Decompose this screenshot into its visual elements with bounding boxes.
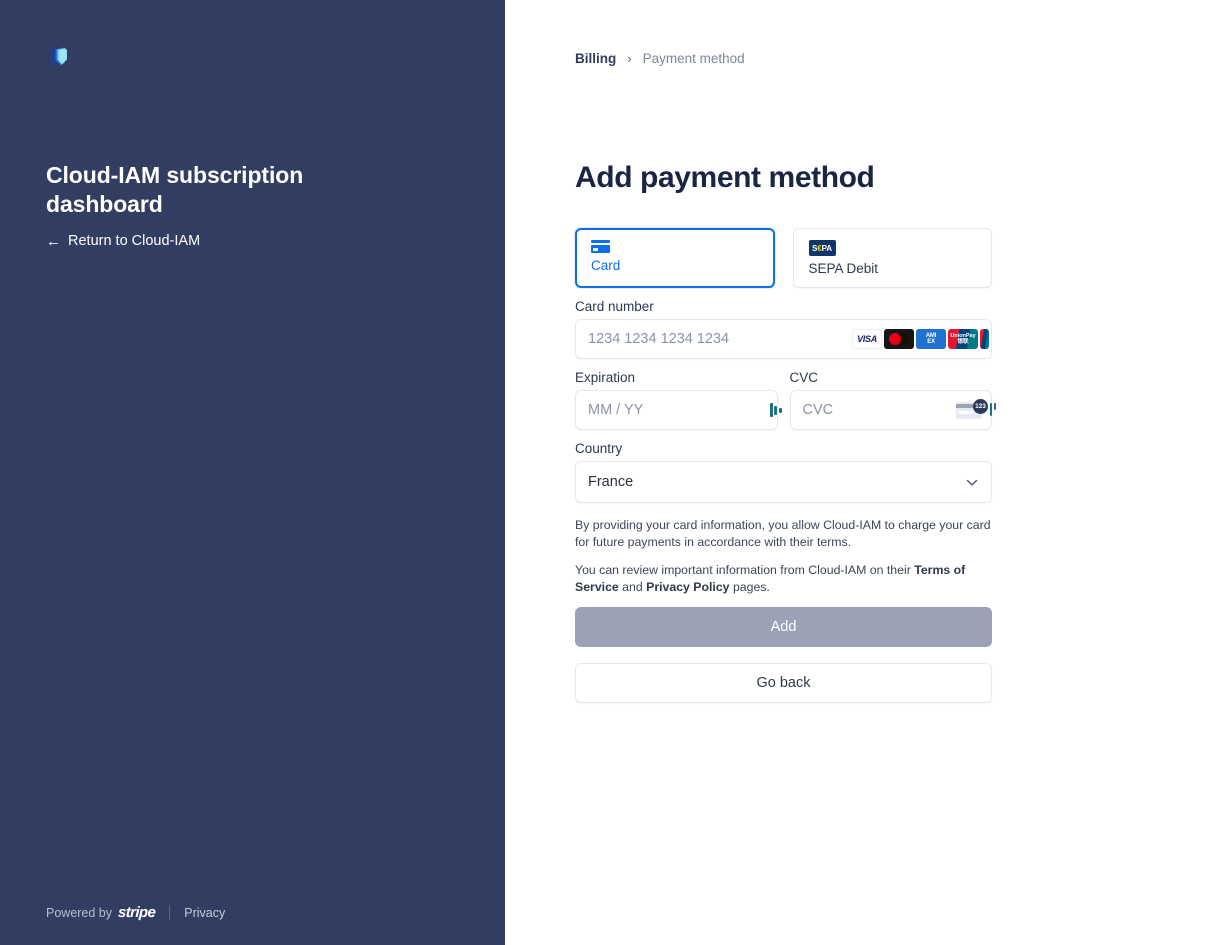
page-title: Add payment method xyxy=(575,160,875,194)
privacy-policy-link[interactable]: Privacy Policy xyxy=(646,580,729,594)
visa-icon: VISA xyxy=(852,329,882,349)
mastercard-icon xyxy=(884,329,914,349)
breadcrumb: Billing › Payment method xyxy=(575,51,745,66)
stripe-wordmark: stripe xyxy=(117,904,156,921)
legal-paragraph-2: You can review important information fro… xyxy=(575,562,992,595)
page-title-sidebar: Cloud-IAM subscription dashboard xyxy=(46,162,304,218)
country-field-block: Country France xyxy=(575,441,992,503)
country-select[interactable]: France xyxy=(575,461,992,503)
sidebar: Cloud-IAM subscription dashboard ← Retur… xyxy=(0,0,505,945)
chevron-right-icon: › xyxy=(627,51,632,66)
powered-by-stripe: Powered by stripe xyxy=(46,904,156,921)
card-number-label: Card number xyxy=(575,299,654,314)
arrow-left-icon: ← xyxy=(46,232,61,250)
cvc-label: CVC xyxy=(789,370,819,385)
payment-page: Cloud-IAM subscription dashboard ← Retur… xyxy=(0,0,1227,945)
add-button[interactable]: Add xyxy=(575,607,992,647)
legal-paragraph-1: By providing your card information, you … xyxy=(575,518,991,549)
payment-method-tab-card[interactable]: Card xyxy=(575,228,775,288)
card-brand-icons: VISA AMI EX UnionPay 银联 xyxy=(852,329,989,349)
expiration-label: Expiration xyxy=(575,370,636,385)
shield-logo-icon xyxy=(46,46,72,72)
payment-form: Card S€PA SEPA Debit Card number VISA xyxy=(575,228,996,703)
payment-method-tab-card-label: Card xyxy=(591,258,621,273)
cvc-input-wrap[interactable]: 123 xyxy=(789,390,996,430)
country-label: Country xyxy=(575,441,623,456)
country-selected-value: France xyxy=(588,474,634,490)
payment-method-tab-sepa-debit[interactable]: S € PA SEPA Debit xyxy=(792,228,992,288)
legal-p2-middle: and xyxy=(618,579,647,594)
legal-p2-prefix: You can review important information fro… xyxy=(575,563,915,577)
sidebar-footer: Powered by stripe Privacy xyxy=(46,904,225,921)
amex-icon: AMI EX xyxy=(916,329,946,349)
expiration-field-block: Expiration xyxy=(575,370,782,430)
expiration-cvc-row: Expiration CVC xyxy=(575,370,996,430)
expiration-hint-icon xyxy=(769,402,782,418)
breadcrumb-billing[interactable]: Billing xyxy=(575,51,616,66)
privacy-link-footer[interactable]: Privacy xyxy=(184,906,225,920)
unionpay-icon-clipped xyxy=(980,329,989,349)
powered-by-label: Powered by xyxy=(46,905,113,920)
main-panel: Billing › Payment method Add payment met… xyxy=(505,0,1227,945)
payment-method-tab-sepa-debit-label: SEPA Debit xyxy=(808,261,879,276)
unionpay-icon: UnionPay 银联 xyxy=(948,329,978,349)
expiration-input[interactable] xyxy=(576,391,777,429)
expiration-input-wrap[interactable] xyxy=(575,390,782,430)
cvc-field-block: CVC 123 xyxy=(789,370,996,430)
payment-method-selector: Card S € PA SEPA Debit xyxy=(575,228,992,288)
legal-p2-suffix: pages. xyxy=(729,579,770,594)
card-number-input-wrap[interactable]: VISA AMIEX UnionPay银联 xyxy=(575,319,992,359)
return-link-label: Return to Cloud-IAM xyxy=(68,233,201,249)
go-back-button[interactable]: Go back xyxy=(575,663,992,703)
breadcrumb-payment-method: Payment method xyxy=(642,51,745,66)
cvc-card-back-icon: 123 xyxy=(956,399,996,421)
legal-text: By providing your card information, you … xyxy=(575,517,992,595)
sepa-logo-icon: S € PA xyxy=(808,240,836,256)
cvc-badge-text: 123 xyxy=(973,399,988,414)
footer-divider xyxy=(169,905,171,920)
credit-card-icon xyxy=(591,240,610,253)
card-number-field-block: Card number VISA AMIEX UnionPay银联 xyxy=(575,299,992,359)
return-to-cloud-iam-link[interactable]: ← Return to Cloud-IAM xyxy=(46,233,200,249)
